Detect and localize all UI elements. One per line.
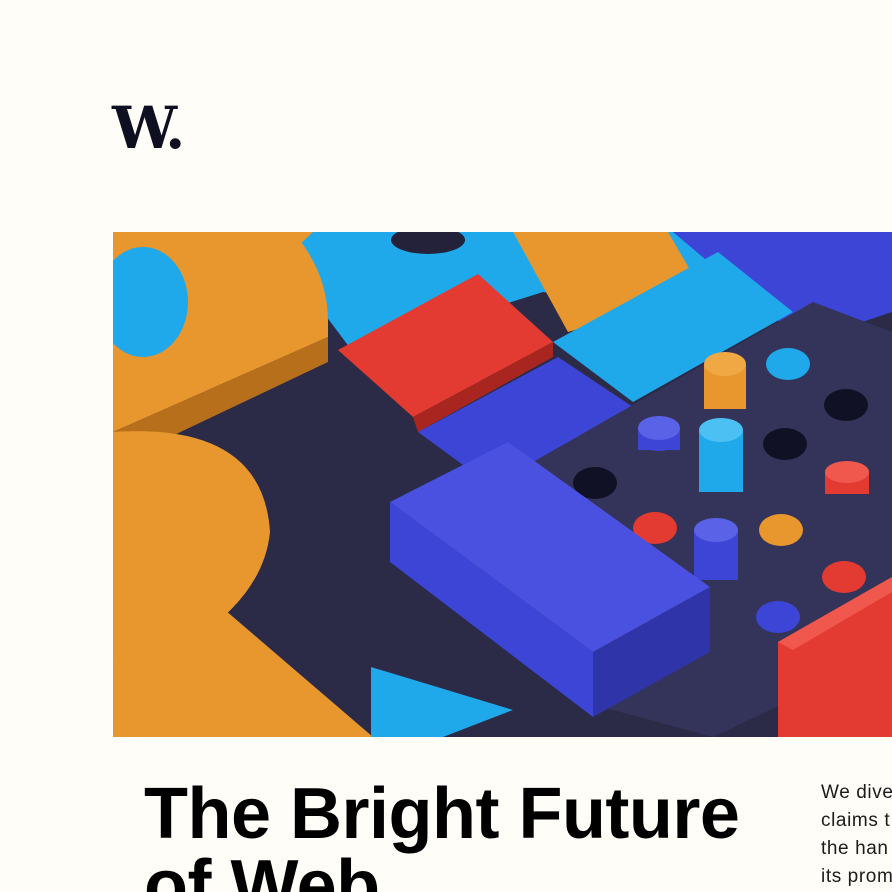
- hero-illustration: [113, 232, 892, 737]
- article-headline: The Bright Future of Web: [144, 774, 740, 892]
- brand-logo[interactable]: W.: [112, 96, 185, 160]
- hero-image: [113, 232, 892, 737]
- page: W. The Bright Future of Web We dive clai…: [0, 0, 892, 892]
- article-intro: We dive claims t the han its prom: [821, 782, 892, 887]
